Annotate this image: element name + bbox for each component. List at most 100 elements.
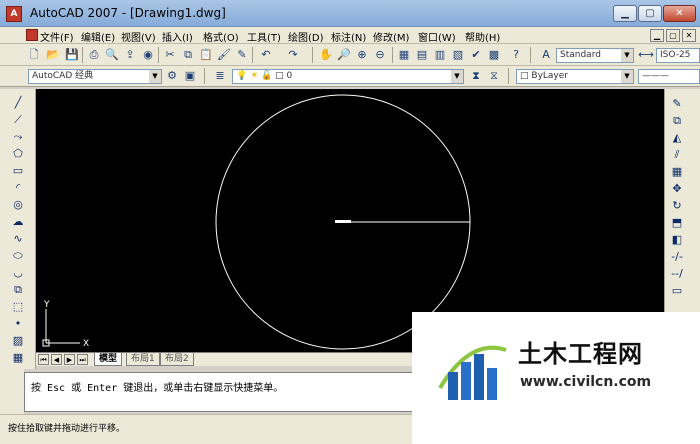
pan-icon[interactable]: ✋: [318, 47, 334, 63]
minimize-button[interactable]: ▁: [613, 5, 637, 22]
menu-window[interactable]: 窗口(W): [418, 29, 456, 44]
menu-file[interactable]: 文件(F): [40, 29, 74, 44]
rectangle-icon[interactable]: ▭: [10, 163, 26, 179]
chevron-down-icon: ▼: [621, 49, 633, 62]
calculator-icon[interactable]: ▩: [486, 47, 502, 63]
layer-manager-icon[interactable]: ≣: [212, 68, 228, 84]
zoom-previous-icon[interactable]: ⊖: [372, 47, 388, 63]
open-icon[interactable]: 📂: [45, 47, 61, 63]
workspace-dropdown[interactable]: AutoCAD 经典 ▼: [28, 69, 162, 84]
line-icon[interactable]: ╱: [10, 95, 26, 111]
new-icon[interactable]: 🗋: [26, 47, 42, 63]
menu-draw[interactable]: 绘图(D): [288, 29, 324, 44]
design-center-icon[interactable]: ▤: [414, 47, 430, 63]
rotate-icon[interactable]: ↻: [668, 198, 686, 214]
tab-model[interactable]: 模型: [94, 353, 123, 366]
dim-style-icon[interactable]: ⟷: [638, 47, 654, 63]
color-dropdown[interactable]: □ ByLayer ▼: [516, 69, 634, 84]
undo-icon[interactable]: ↶: [258, 47, 274, 63]
copy-icon[interactable]: ⧉: [180, 47, 196, 63]
save-workspace-icon[interactable]: ▣: [182, 68, 198, 84]
autocad-app-icon[interactable]: A: [6, 6, 22, 22]
insert-block-icon[interactable]: ⧉: [10, 282, 26, 298]
redo-icon[interactable]: ↷: [285, 47, 301, 63]
paste-icon[interactable]: 📋: [198, 47, 214, 63]
array-icon[interactable]: ▦: [668, 164, 686, 180]
hatch-icon[interactable]: ▨: [10, 333, 26, 349]
construction-line-icon[interactable]: ⟋: [10, 112, 26, 128]
publish-icon[interactable]: ⇪: [122, 47, 138, 63]
point-icon[interactable]: •: [10, 316, 26, 332]
menu-insert[interactable]: 插入(I): [162, 29, 193, 44]
ellipse-icon[interactable]: ⬭: [10, 248, 26, 264]
circle-icon[interactable]: ◎: [10, 197, 26, 213]
text-style-icon[interactable]: A: [538, 47, 554, 63]
menu-tools[interactable]: 工具(T): [247, 29, 281, 44]
last-tab-button[interactable]: ⏭: [77, 354, 88, 365]
properties-icon[interactable]: ▦: [396, 47, 412, 63]
break-icon[interactable]: ▭: [668, 283, 686, 299]
print-icon[interactable]: ⎙: [86, 47, 102, 63]
trim-icon[interactable]: -/-: [668, 249, 686, 265]
menu-view[interactable]: 视图(V): [121, 29, 156, 44]
gradient-icon[interactable]: ▦: [10, 350, 26, 366]
menu-format[interactable]: 格式(O): [203, 29, 239, 44]
menu-edit[interactable]: 编辑(E): [81, 29, 115, 44]
arc-icon[interactable]: ◜: [10, 180, 26, 196]
doc-close-button[interactable]: ✕: [682, 29, 696, 42]
extend-icon[interactable]: --/: [668, 266, 686, 282]
doc-restore-button[interactable]: ▢: [666, 29, 680, 42]
offset-icon[interactable]: ⫽: [668, 147, 686, 163]
design-web-icon[interactable]: ◉: [140, 47, 156, 63]
linetype-dropdown[interactable]: ———: [638, 69, 700, 84]
match-properties-icon[interactable]: 🖌: [216, 47, 232, 63]
command-window[interactable]: 按 Esc 或 Enter 键退出，或单击右键显示快捷菜单。: [24, 372, 416, 412]
polygon-icon[interactable]: ⬠: [10, 146, 26, 162]
zoom-window-icon[interactable]: ⊕: [354, 47, 370, 63]
ucs-x-label: X: [83, 339, 89, 349]
scale-icon[interactable]: ⬒: [668, 215, 686, 231]
layer-previous-icon[interactable]: ⧖: [486, 68, 502, 84]
block-editor-icon[interactable]: ✎: [234, 47, 250, 63]
sheet-set-icon[interactable]: ▧: [450, 47, 466, 63]
text-style-value: Standard: [560, 50, 601, 60]
dim-style-dropdown[interactable]: ISO-25: [656, 48, 700, 63]
save-icon[interactable]: 💾: [64, 47, 80, 63]
move-icon[interactable]: ✥: [668, 181, 686, 197]
workspace-settings-icon[interactable]: ⚙: [164, 68, 180, 84]
mirror-icon[interactable]: ◭: [668, 130, 686, 146]
close-button[interactable]: ✕: [663, 5, 696, 22]
command-window-grip[interactable]: [0, 368, 24, 414]
previous-tab-button[interactable]: ◀: [51, 354, 62, 365]
markup-icon[interactable]: ✔: [468, 47, 484, 63]
make-current-layer-icon[interactable]: ⧗: [468, 68, 484, 84]
chevron-down-icon: ▼: [451, 70, 463, 83]
tab-layout2[interactable]: 布局2: [160, 353, 194, 366]
ellipse-arc-icon[interactable]: ◡: [10, 265, 26, 281]
menu-modify[interactable]: 修改(M): [373, 29, 409, 44]
polyline-icon[interactable]: ⤳: [10, 129, 26, 145]
next-tab-button[interactable]: ▶: [64, 354, 75, 365]
layer-unlock-icon: 🔓: [261, 71, 273, 81]
layer-dropdown[interactable]: 💡 ☀ 🔓 □ 0 ▼: [232, 69, 464, 84]
menu-dimension[interactable]: 标注(N): [331, 29, 366, 44]
first-tab-button[interactable]: ⏮: [38, 354, 49, 365]
revision-cloud-icon[interactable]: ☁: [10, 214, 26, 230]
tab-layout1[interactable]: 布局1: [126, 353, 160, 366]
plot-preview-icon[interactable]: 🔍: [104, 47, 120, 63]
doc-minimize-button[interactable]: ▁: [650, 29, 664, 42]
make-block-icon[interactable]: ⬚: [10, 299, 26, 315]
copy-object-icon[interactable]: ⧉: [668, 113, 686, 129]
text-style-dropdown[interactable]: Standard ▼: [556, 48, 634, 63]
maximize-button[interactable]: ▢: [638, 5, 662, 22]
cut-icon[interactable]: ✂: [162, 47, 178, 63]
erase-icon[interactable]: ✎: [668, 96, 686, 112]
tool-palettes-icon[interactable]: ▥: [432, 47, 448, 63]
menu-help[interactable]: 帮助(H): [465, 29, 500, 44]
toolbar-separator: [204, 68, 205, 84]
help-icon[interactable]: ?: [508, 47, 524, 63]
spline-icon[interactable]: ∿: [10, 231, 26, 247]
document-icon[interactable]: [26, 29, 38, 41]
stretch-icon[interactable]: ◧: [668, 232, 686, 248]
zoom-realtime-icon[interactable]: 🔎: [336, 47, 352, 63]
